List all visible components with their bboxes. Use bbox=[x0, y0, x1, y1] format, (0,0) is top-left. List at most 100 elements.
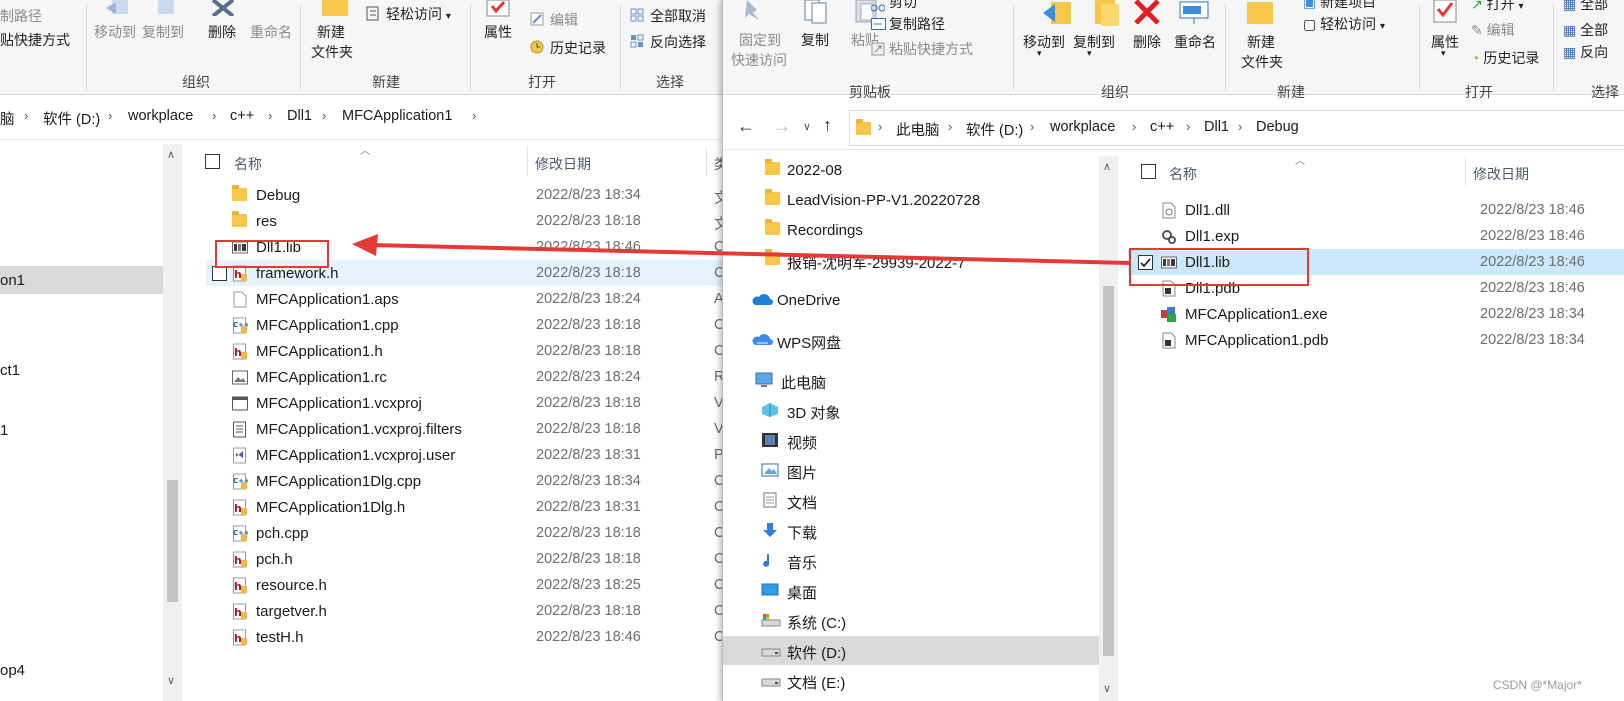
breadcrumb-cpp[interactable]: c++ bbox=[230, 108, 254, 124]
file-row[interactable]: MFCApplication1.vcxproj.user 2022/8/23 18… bbox=[206, 442, 722, 468]
nav-selected-item[interactable]: on1 bbox=[0, 266, 163, 294]
breadcrumb-this-pc[interactable]: 脑 bbox=[0, 108, 15, 129]
file-row[interactable]: MFCApplication1.pdb 2022/8/23 18:34 bbox=[1128, 327, 1624, 353]
file-row[interactable]: MFCApplication1.vcxproj.filters 2022/8/23… bbox=[206, 416, 722, 442]
nav-item[interactable]: 2022-08 bbox=[723, 156, 1099, 185]
column-header-name[interactable]: 名称 bbox=[234, 154, 262, 174]
new-folder-button-line2[interactable]: 文件夹 bbox=[311, 42, 353, 62]
pin-quick-access-line2[interactable]: 快速访问 bbox=[731, 50, 787, 70]
nav-item-label[interactable]: ct1 bbox=[0, 362, 20, 379]
breadcrumb-debug[interactable]: Debug bbox=[1256, 119, 1299, 135]
nav-item[interactable]: 图片 bbox=[723, 456, 1099, 485]
properties-button[interactable]: 属性 bbox=[484, 22, 512, 42]
file-row[interactable]: h targetver.h 2022/8/23 18:18 C bbox=[206, 598, 722, 624]
right-address-bar[interactable]: › 此电脑 › 软件 (D:) › workplace › c++ › Dll1… bbox=[849, 110, 1624, 146]
copy-path-button[interactable]: 复制路径 bbox=[889, 14, 945, 34]
select-all-button[interactable]: ▦ 全部 bbox=[1563, 0, 1608, 14]
breadcrumb-dll1[interactable]: Dll1 bbox=[1204, 119, 1229, 135]
file-row[interactable]: Dll1.dll 2022/8/23 18:46 bbox=[1128, 197, 1624, 223]
column-header-name[interactable]: 名称 bbox=[1169, 164, 1197, 184]
delete-button[interactable]: 删除 bbox=[208, 22, 236, 42]
file-row[interactable]: C++ pch.cpp 2022/8/23 18:18 C bbox=[206, 520, 722, 546]
history-button[interactable]: ◔ 历史记录 bbox=[1471, 48, 1539, 68]
copy-to-button[interactable]: 复制到 bbox=[142, 22, 184, 42]
invert-selection-button[interactable]: 反向选择 bbox=[650, 32, 706, 52]
back-arrow-icon[interactable]: ← bbox=[737, 116, 755, 137]
edit-button[interactable]: ✎ 编辑 bbox=[1471, 20, 1515, 40]
breadcrumb-dll1[interactable]: Dll1 bbox=[287, 108, 312, 124]
new-folder-button-line1[interactable]: 新建 bbox=[1247, 32, 1275, 52]
left-address-bar[interactable]: 脑 › 软件 (D:) › workplace › c++ › Dll1 › M… bbox=[0, 96, 722, 140]
scrollbar-thumb[interactable] bbox=[167, 480, 178, 602]
select-all-checkbox[interactable] bbox=[1141, 164, 1156, 179]
paste-shortcut-button[interactable]: 粘贴快捷方式 bbox=[889, 39, 973, 59]
copy-to-button[interactable]: 复制到 bbox=[1073, 32, 1115, 52]
nav-item[interactable]: 文档 (E:) bbox=[723, 666, 1099, 695]
scroll-down-icon[interactable]: ∨ bbox=[1103, 682, 1111, 695]
column-header-date[interactable]: 修改日期 bbox=[535, 154, 591, 174]
breadcrumb-drive-d[interactable]: 软件 (D:) bbox=[43, 108, 100, 129]
select-none-button[interactable]: ▦ 全部 bbox=[1563, 20, 1608, 40]
edit-button[interactable]: 编辑 bbox=[550, 10, 578, 30]
nav-item[interactable]: Recordings bbox=[723, 216, 1099, 245]
file-row[interactable]: h resource.h 2022/8/23 18:25 C bbox=[206, 572, 722, 598]
nav-item[interactable]: OneDrive bbox=[723, 286, 1099, 315]
breadcrumb-workplace[interactable]: workplace bbox=[128, 108, 193, 124]
file-row[interactable]: h testH.h 2022/8/23 18:46 C bbox=[206, 624, 722, 650]
breadcrumb-workplace[interactable]: workplace bbox=[1050, 119, 1115, 135]
new-item-button[interactable]: ▣ 新建项目 bbox=[1303, 0, 1376, 12]
move-to-button[interactable]: 移动到 bbox=[94, 22, 136, 42]
nav-item[interactable]: 文档 bbox=[723, 486, 1099, 515]
file-row[interactable]: h MFCApplication1Dlg.h 2022/8/23 18:31 C bbox=[206, 494, 722, 520]
pin-quick-access-line1[interactable]: 固定到 bbox=[739, 30, 781, 50]
row-checkbox[interactable] bbox=[212, 266, 227, 281]
nav-item[interactable]: 系统 (C:) bbox=[723, 606, 1099, 635]
copy-path-button[interactable]: 制路径 bbox=[0, 6, 42, 26]
recent-locations-chevron-icon[interactable]: ∨ bbox=[803, 120, 811, 133]
scroll-down-icon[interactable]: ∨ bbox=[167, 674, 175, 687]
nav-item-label[interactable]: 1 bbox=[0, 422, 8, 439]
nav-item-label[interactable]: op4 bbox=[0, 662, 25, 679]
rename-button[interactable]: 重命名 bbox=[1174, 32, 1216, 52]
file-row[interactable]: h pch.h 2022/8/23 18:18 C bbox=[206, 546, 722, 572]
file-row[interactable]: res 2022/8/23 18:18 文 bbox=[206, 208, 722, 234]
copy-button[interactable]: 复制 bbox=[801, 30, 829, 50]
select-none-button[interactable]: 全部取消 bbox=[650, 6, 706, 26]
nav-item[interactable]: 此电脑 bbox=[723, 366, 1099, 395]
new-folder-button-line2[interactable]: 文件夹 bbox=[1241, 52, 1283, 72]
column-header-date[interactable]: 修改日期 bbox=[1473, 164, 1529, 184]
scroll-up-icon[interactable]: ∧ bbox=[1103, 160, 1111, 173]
open-button[interactable]: ↗ 打开 ▾ bbox=[1471, 0, 1524, 17]
history-button[interactable]: 历史记录 bbox=[550, 38, 606, 58]
file-row[interactable]: MFCApplication1.aps 2022/8/23 18:24 A bbox=[206, 286, 722, 312]
file-row[interactable]: Debug 2022/8/23 18:34 文 bbox=[206, 182, 722, 208]
nav-item[interactable]: 3D 对象 bbox=[723, 396, 1099, 425]
delete-button[interactable]: 删除 bbox=[1133, 32, 1161, 52]
file-row[interactable]: h MFCApplication1.h 2022/8/23 18:18 C bbox=[206, 338, 722, 364]
scrollbar-thumb[interactable] bbox=[1103, 286, 1114, 656]
up-arrow-icon[interactable]: ↑ bbox=[823, 115, 832, 136]
nav-item[interactable]: 视频 bbox=[723, 426, 1099, 455]
file-row[interactable]: MFCApplication1.exe 2022/8/23 18:34 bbox=[1128, 301, 1624, 327]
file-row[interactable]: Dll1.exp 2022/8/23 18:46 bbox=[1128, 223, 1624, 249]
nav-item[interactable]: 报销-沈明军-29939-2022-7 bbox=[723, 246, 1099, 275]
breadcrumb-cpp[interactable]: c++ bbox=[1150, 119, 1174, 135]
paste-shortcut-button[interactable]: 贴快捷方式 bbox=[0, 30, 70, 50]
file-row[interactable]: C++ MFCApplication1.cpp 2022/8/23 18:18 C bbox=[206, 312, 722, 338]
breadcrumb-drive-d[interactable]: 软件 (D:) bbox=[966, 119, 1023, 140]
column-header-type[interactable]: 类 bbox=[714, 154, 722, 174]
select-all-checkbox[interactable] bbox=[205, 154, 220, 169]
nav-item[interactable]: WPS网盘 bbox=[723, 326, 1099, 355]
forward-arrow-icon[interactable]: → bbox=[773, 116, 791, 137]
invert-selection-button[interactable]: ▦ 反向 bbox=[1563, 42, 1608, 62]
right-nav-scrollbar[interactable]: ∧ ∨ bbox=[1099, 156, 1118, 701]
rename-button[interactable]: 重命名 bbox=[250, 22, 292, 42]
scroll-up-icon[interactable]: ∧ bbox=[167, 148, 175, 161]
easy-access-button[interactable]: 轻松访问 ▾ bbox=[386, 4, 451, 27]
nav-item[interactable]: LeadVision-PP-V1.20220728 bbox=[723, 186, 1099, 215]
new-folder-button-line1[interactable]: 新建 bbox=[317, 22, 345, 42]
nav-item[interactable]: 桌面 bbox=[723, 576, 1099, 605]
nav-item[interactable]: 下载 bbox=[723, 516, 1099, 545]
move-to-button[interactable]: 移动到 bbox=[1023, 32, 1065, 52]
file-row[interactable]: MFCApplication1.rc 2022/8/23 18:24 R bbox=[206, 364, 722, 390]
